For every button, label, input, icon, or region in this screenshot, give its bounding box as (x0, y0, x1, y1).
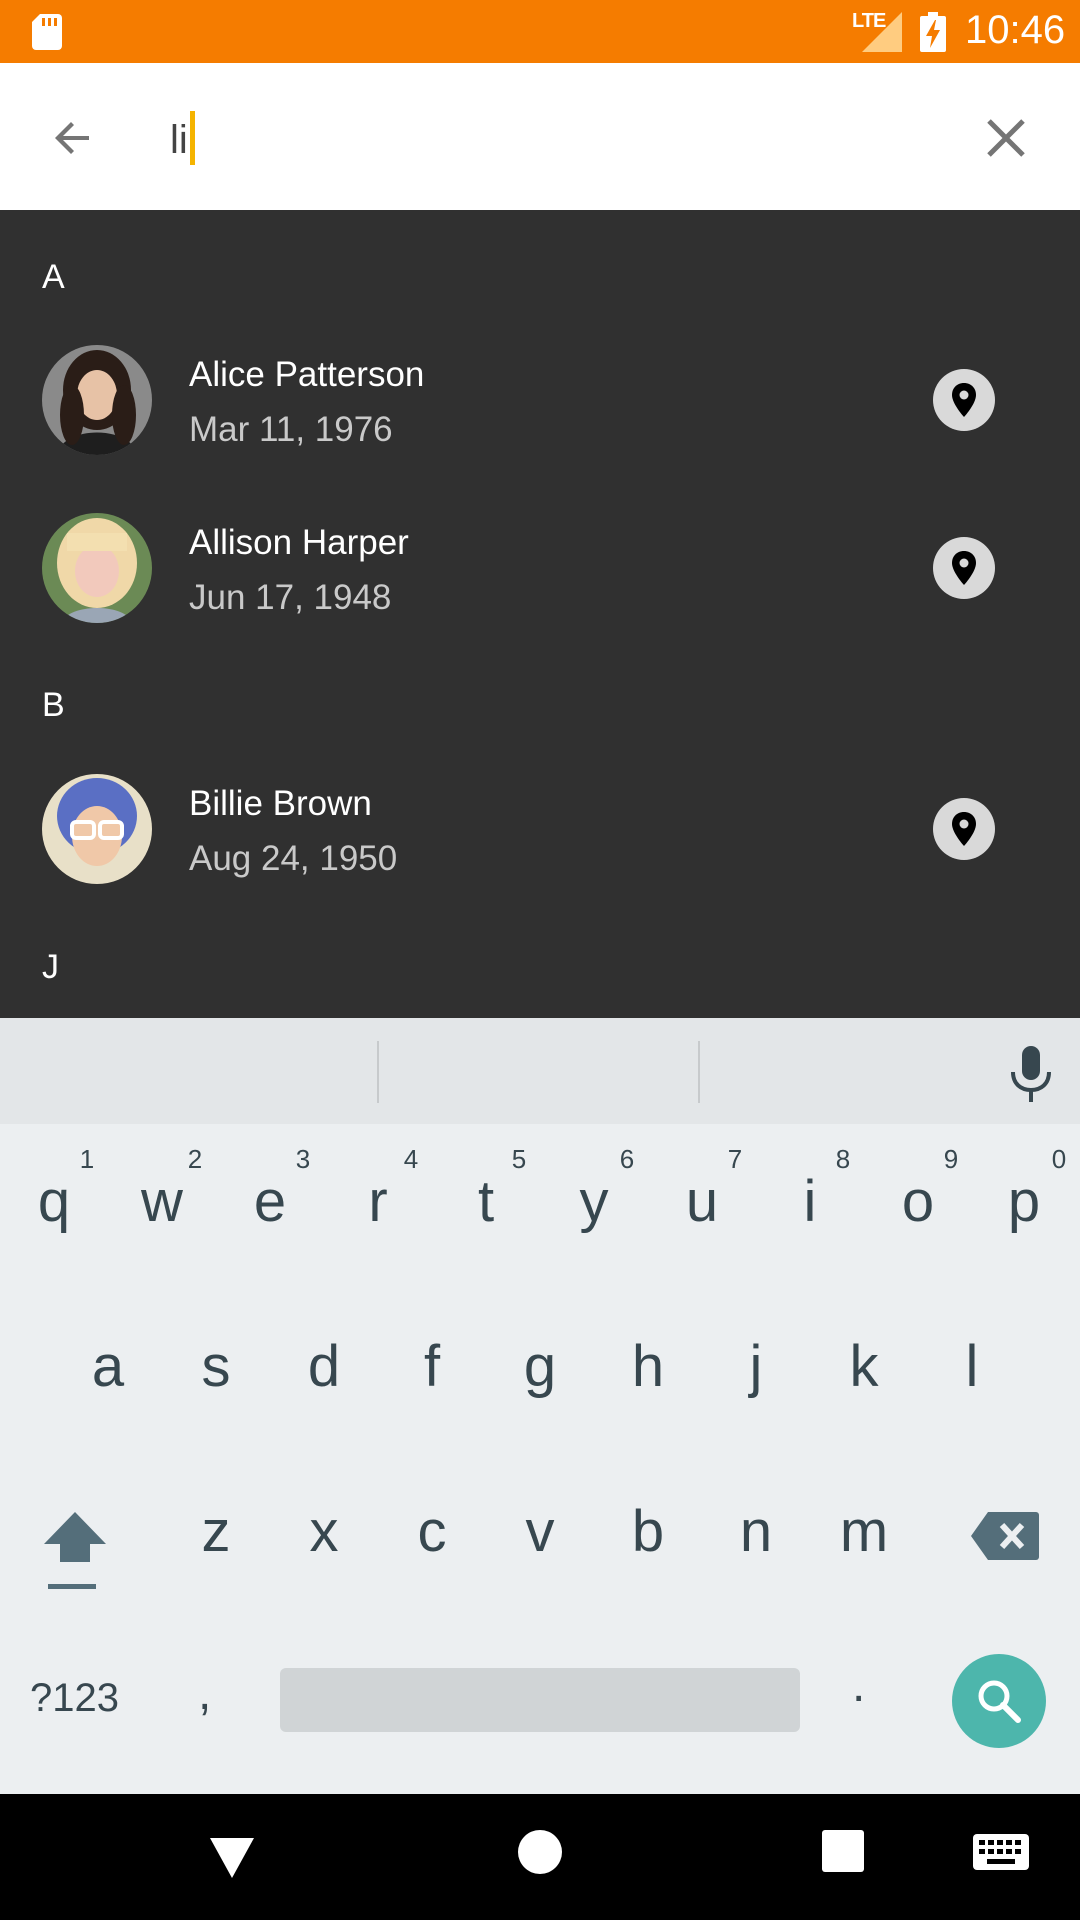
location-pin-icon (952, 383, 976, 417)
back-button[interactable] (40, 105, 106, 171)
list-item[interactable]: Allison Harper Jun 17, 1948 (0, 493, 1080, 643)
list-item[interactable]: Billie Brown Aug 24, 1950 (0, 754, 1080, 904)
contact-date: Aug 24, 1950 (189, 839, 398, 878)
key-o[interactable]: o (868, 1168, 968, 1235)
key-b[interactable]: b (598, 1498, 698, 1565)
key-a[interactable]: a (58, 1333, 158, 1400)
contact-name: Allison Harper (189, 523, 409, 562)
nav-home-icon[interactable] (518, 1830, 562, 1874)
period-key[interactable]: . (852, 1658, 865, 1713)
key-g[interactable]: g (490, 1333, 590, 1400)
search-query: li (170, 118, 188, 162)
key-v[interactable]: v (490, 1498, 590, 1565)
section-header-a: A (42, 258, 65, 296)
key-q[interactable]: q (4, 1168, 104, 1235)
clear-search-button[interactable] (975, 107, 1037, 169)
key-r[interactable]: r (328, 1168, 428, 1235)
key-j[interactable]: j (706, 1333, 806, 1400)
key-d[interactable]: d (274, 1333, 374, 1400)
contact-name: Alice Patterson (189, 355, 425, 394)
section-header-b: B (42, 686, 65, 724)
nav-back-icon[interactable] (210, 1838, 254, 1880)
location-button[interactable] (933, 369, 995, 431)
search-action-key[interactable] (952, 1654, 1046, 1748)
search-toolbar: li (0, 63, 1080, 210)
battery-charging-icon (920, 12, 946, 52)
key-s[interactable]: s (166, 1333, 266, 1400)
suggestion-divider (698, 1041, 700, 1103)
contact-name: Billie Brown (189, 784, 372, 823)
list-item[interactable]: Alice Patterson Mar 11, 1976 (0, 325, 1080, 475)
key-c[interactable]: c (382, 1498, 482, 1565)
sd-card-icon (32, 14, 62, 50)
symbols-key[interactable]: ?123 (30, 1676, 119, 1721)
key-e[interactable]: e (220, 1168, 320, 1235)
avatar (42, 513, 152, 623)
clock: 10:46 (965, 8, 1066, 52)
comma-key[interactable]: , (198, 1666, 211, 1721)
suggestion-divider (377, 1041, 379, 1103)
contact-list[interactable]: A Alice Patterson Mar 11, 1976 Allison H… (0, 210, 1080, 1018)
space-bar[interactable] (280, 1668, 800, 1732)
key-m[interactable]: m (814, 1498, 914, 1565)
microphone-icon[interactable] (1008, 1046, 1054, 1104)
key-u[interactable]: u (652, 1168, 752, 1235)
status-bar: LTE 10:46 (0, 0, 1080, 63)
key-f[interactable]: f (382, 1333, 482, 1400)
location-button[interactable] (933, 798, 995, 860)
contact-date: Mar 11, 1976 (189, 410, 393, 449)
key-x[interactable]: x (274, 1498, 374, 1565)
key-k[interactable]: k (814, 1333, 914, 1400)
key-i[interactable]: i (760, 1168, 860, 1235)
key-z[interactable]: z (166, 1498, 266, 1565)
search-input[interactable]: li (170, 111, 195, 165)
nav-recents-icon[interactable] (822, 1830, 864, 1872)
contact-date: Jun 17, 1948 (189, 578, 392, 617)
key-p[interactable]: p (974, 1168, 1074, 1235)
network-type: LTE (852, 10, 886, 32)
avatar (42, 345, 152, 455)
location-pin-icon (952, 812, 976, 846)
key-n[interactable]: n (706, 1498, 806, 1565)
location-pin-icon (952, 551, 976, 585)
key-w[interactable]: w (112, 1168, 212, 1235)
text-caret (189, 111, 195, 165)
key-y[interactable]: y (544, 1168, 644, 1235)
key-l[interactable]: l (922, 1333, 1022, 1400)
soft-keyboard: 1 2 3 4 5 6 7 8 9 0 q w e r t y u i o p … (0, 1018, 1080, 1794)
shift-key-icon[interactable] (40, 1510, 110, 1596)
navigation-bar (0, 1794, 1080, 1920)
search-icon (978, 1680, 1021, 1723)
backspace-icon[interactable] (970, 1510, 1040, 1562)
key-h[interactable]: h (598, 1333, 698, 1400)
location-button[interactable] (933, 537, 995, 599)
arrow-back-icon (55, 122, 89, 154)
key-t[interactable]: t (436, 1168, 536, 1235)
close-icon (987, 119, 1025, 157)
suggestion-strip (0, 1018, 1080, 1124)
keyboard-switch-icon[interactable] (973, 1834, 1029, 1870)
avatar (42, 774, 152, 884)
section-header-j: J (42, 948, 59, 986)
